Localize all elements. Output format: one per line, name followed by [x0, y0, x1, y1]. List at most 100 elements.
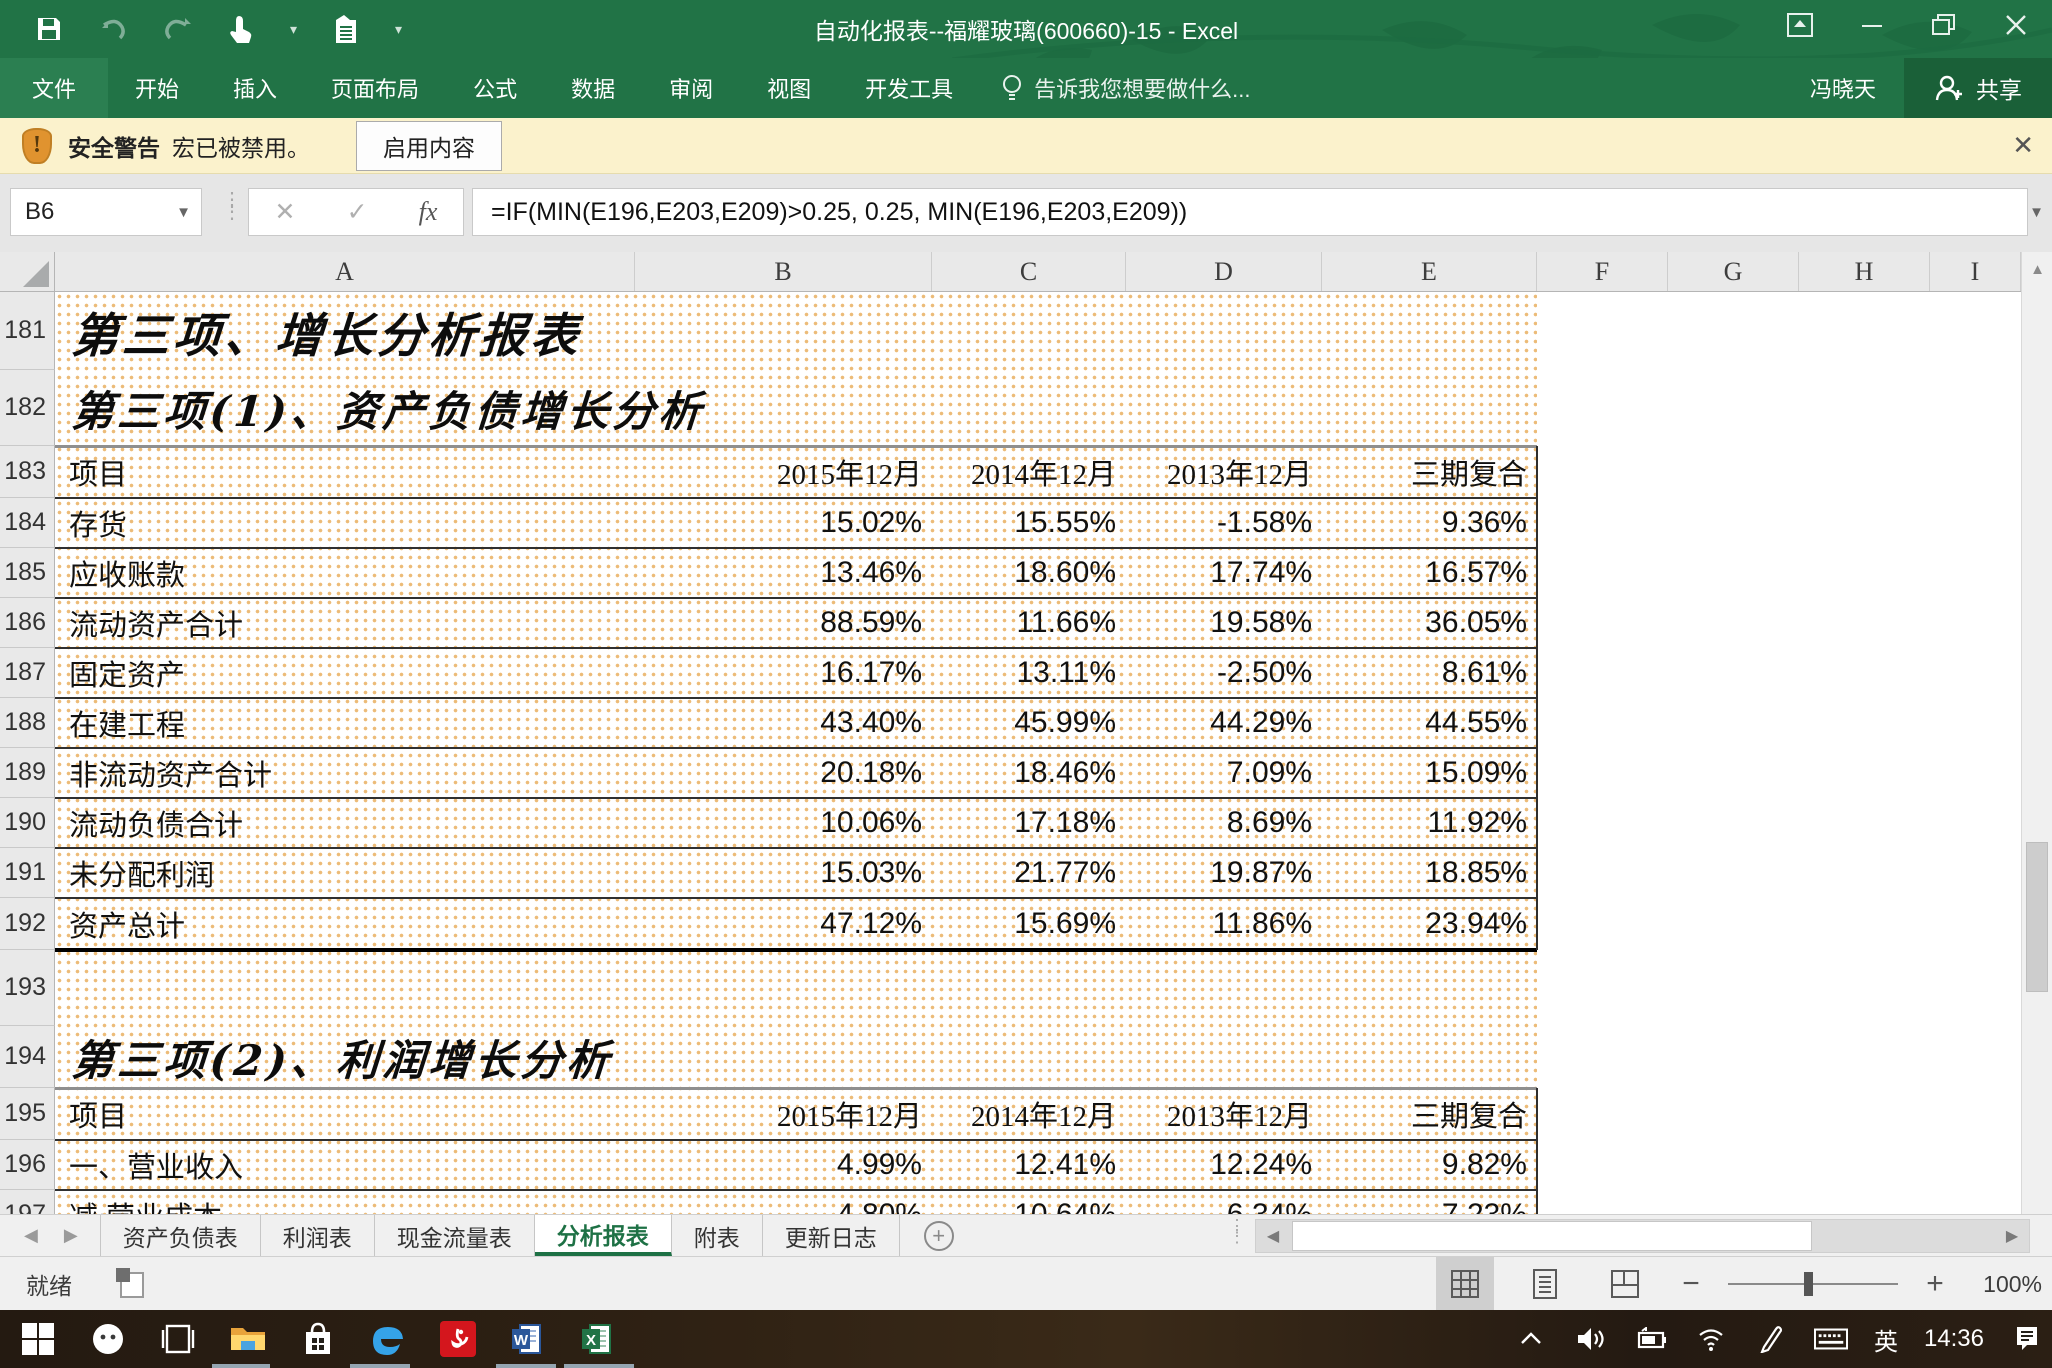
- row-header-189[interactable]: 189: [0, 748, 55, 798]
- scroll-left-icon[interactable]: ◀: [1256, 1226, 1290, 1246]
- cell-D183[interactable]: 2013年12月: [1126, 446, 1322, 498]
- word-icon[interactable]: W: [508, 1319, 548, 1359]
- horizontal-scrollbar-thumb[interactable]: [1292, 1221, 1812, 1251]
- macro-record-icon[interactable]: [116, 1268, 146, 1300]
- cell-B191[interactable]: 15.03%: [635, 848, 932, 898]
- wifi-icon[interactable]: [1694, 1322, 1728, 1356]
- tab-home[interactable]: 开始: [108, 58, 206, 118]
- formula-input[interactable]: =IF(MIN(E196,E203,E209)>0.25, 0.25, MIN(…: [472, 188, 2028, 236]
- cell-E186[interactable]: 36.05%: [1322, 598, 1537, 648]
- scroll-up-icon[interactable]: ▲: [2022, 252, 2052, 286]
- cell-E187[interactable]: 8.61%: [1322, 648, 1537, 698]
- cell-E184[interactable]: 9.36%: [1322, 498, 1537, 548]
- cell-D187[interactable]: -2.50%: [1126, 648, 1322, 698]
- tab-page-layout[interactable]: 页面布局: [304, 58, 446, 118]
- column-header-A[interactable]: A: [55, 252, 635, 291]
- hidden-icons-chevron-icon[interactable]: [1514, 1322, 1548, 1356]
- restore-icon[interactable]: [1908, 0, 1980, 50]
- cell-C197[interactable]: 10.64%: [932, 1190, 1126, 1214]
- section-title-row-182[interactable]: 第三项(1)、资产负债增长分析: [69, 370, 1504, 446]
- cell-D195[interactable]: 2013年12月: [1126, 1088, 1322, 1140]
- cell-A187[interactable]: 固定资产: [55, 648, 635, 698]
- task-view-icon[interactable]: [158, 1319, 198, 1359]
- new-sheet-button[interactable]: +: [924, 1215, 954, 1256]
- column-header-F[interactable]: F: [1537, 252, 1668, 291]
- sheet-tab-附表[interactable]: 附表: [672, 1215, 763, 1256]
- share-button[interactable]: 共享: [1904, 58, 2052, 118]
- ribbon-display-options-icon[interactable]: [1764, 0, 1836, 50]
- normal-view-button[interactable]: [1436, 1257, 1494, 1311]
- vertical-scrollbar-thumb[interactable]: [2026, 842, 2048, 992]
- user-name[interactable]: 冯晓天: [1782, 58, 1904, 118]
- cell-C189[interactable]: 18.46%: [932, 748, 1126, 798]
- cell-C190[interactable]: 17.18%: [932, 798, 1126, 848]
- cell-E196[interactable]: 9.82%: [1322, 1140, 1537, 1190]
- row-header-191[interactable]: 191: [0, 848, 55, 898]
- edge-browser-icon[interactable]: [368, 1319, 408, 1359]
- cell-A188[interactable]: 在建工程: [55, 698, 635, 748]
- row-header-182[interactable]: 182: [0, 370, 55, 446]
- taskbar-clock[interactable]: 14:36: [1924, 1325, 1984, 1353]
- cell-D191[interactable]: 19.87%: [1126, 848, 1322, 898]
- file-explorer-icon[interactable]: [228, 1319, 268, 1359]
- row-header-195[interactable]: 195: [0, 1088, 55, 1140]
- cell-A197[interactable]: 减:营业成本: [55, 1190, 635, 1214]
- cell-D188[interactable]: 44.29%: [1126, 698, 1322, 748]
- enable-content-button[interactable]: 启用内容: [356, 121, 502, 171]
- cell-C185[interactable]: 18.60%: [932, 548, 1126, 598]
- cell-E190[interactable]: 11.92%: [1322, 798, 1537, 848]
- sheet-tab-分析报表[interactable]: 分析报表: [535, 1215, 672, 1256]
- qat-customize-dropdown-icon[interactable]: ▾: [395, 22, 402, 36]
- volume-icon[interactable]: [1574, 1322, 1608, 1356]
- cell-D185[interactable]: 17.74%: [1126, 548, 1322, 598]
- horizontal-scrollbar[interactable]: ◀ ▶: [1255, 1219, 2030, 1253]
- cell-C184[interactable]: 15.55%: [932, 498, 1126, 548]
- zoom-level[interactable]: 100%: [1972, 1271, 2042, 1298]
- cell-D190[interactable]: 8.69%: [1126, 798, 1322, 848]
- row-header-196[interactable]: 196: [0, 1140, 55, 1190]
- sheet-prev-icon[interactable]: ◀: [24, 1225, 38, 1246]
- cell-D197[interactable]: 6.34%: [1126, 1190, 1322, 1214]
- vertical-scrollbar[interactable]: ▲: [2021, 252, 2052, 1214]
- zoom-in-icon[interactable]: +: [1920, 1267, 1950, 1301]
- start-button-icon[interactable]: [18, 1319, 58, 1359]
- close-icon[interactable]: [1980, 0, 2052, 50]
- row-header-194[interactable]: 194: [0, 1026, 55, 1088]
- cell-C187[interactable]: 13.11%: [932, 648, 1126, 698]
- cell-B186[interactable]: 88.59%: [635, 598, 932, 648]
- cell-A191[interactable]: 未分配利润: [55, 848, 635, 898]
- action-center-icon[interactable]: [2010, 1322, 2044, 1356]
- sheet-grid[interactable]: 181第三项、增长分析报表182第三项(1)、资产负债增长分析183项目2015…: [0, 292, 2021, 1214]
- page-layout-view-button[interactable]: [1516, 1257, 1574, 1311]
- row-header-184[interactable]: 184: [0, 498, 55, 548]
- undo-icon[interactable]: [98, 14, 128, 44]
- cell-B195[interactable]: 2015年12月: [635, 1088, 932, 1140]
- battery-icon[interactable]: [1634, 1322, 1668, 1356]
- cell-B197[interactable]: 4.80%: [635, 1190, 932, 1214]
- cell-E183[interactable]: 三期复合: [1322, 446, 1537, 498]
- cell-B190[interactable]: 10.06%: [635, 798, 932, 848]
- enter-formula-icon[interactable]: ✓: [347, 197, 368, 227]
- cell-A192[interactable]: 资产总计: [55, 898, 635, 950]
- touch-mode-icon[interactable]: [226, 14, 256, 44]
- row-header-187[interactable]: 187: [0, 648, 55, 698]
- cancel-formula-icon[interactable]: ✕: [275, 197, 296, 227]
- cell-A196[interactable]: 一、营业收入: [55, 1140, 635, 1190]
- row-header-188[interactable]: 188: [0, 698, 55, 748]
- cell-A189[interactable]: 非流动资产合计: [55, 748, 635, 798]
- form-tool-icon[interactable]: [331, 14, 361, 44]
- redo-icon[interactable]: [162, 14, 192, 44]
- cell-D189[interactable]: 7.09%: [1126, 748, 1322, 798]
- windows-store-icon[interactable]: [298, 1319, 338, 1359]
- cell-C186[interactable]: 11.66%: [932, 598, 1126, 648]
- zoom-slider-thumb[interactable]: [1804, 1272, 1813, 1296]
- cell-A185[interactable]: 应收账款: [55, 548, 635, 598]
- zoom-slider[interactable]: [1728, 1283, 1898, 1285]
- cell-C192[interactable]: 15.69%: [932, 898, 1126, 950]
- tab-formulas[interactable]: 公式: [446, 58, 544, 118]
- formula-bar-expand-icon[interactable]: ▼: [2029, 204, 2044, 221]
- touch-mode-dropdown-icon[interactable]: ▾: [290, 22, 297, 36]
- cell-D184[interactable]: -1.58%: [1126, 498, 1322, 548]
- cell-B183[interactable]: 2015年12月: [635, 446, 932, 498]
- cell-B185[interactable]: 13.46%: [635, 548, 932, 598]
